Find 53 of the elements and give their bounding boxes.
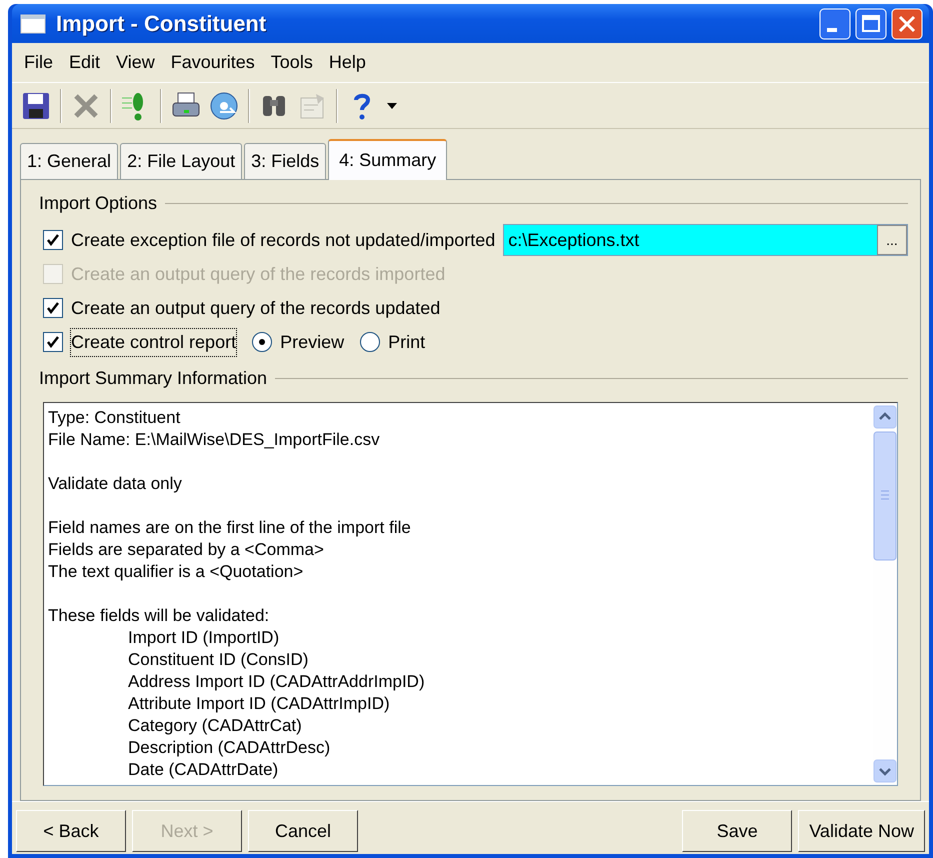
browse-button[interactable]: ... — [877, 225, 907, 255]
dialog-button[interactable]: < Back — [16, 810, 126, 852]
summary-line: Type: Constituent — [48, 407, 182, 429]
scrollbar[interactable] — [873, 403, 897, 785]
checkbox-label[interactable]: Create an output query of the records updated — [71, 294, 440, 322]
close-icon[interactable] — [891, 8, 923, 40]
checkbox[interactable] — [43, 298, 63, 318]
dialog-button[interactable]: Validate Now — [798, 810, 925, 852]
group-heading: Import Options — [39, 192, 158, 215]
tab[interactable]: 1: General — [20, 143, 118, 179]
summary-line: Category (CADAttrCat) — [127, 715, 303, 737]
radio-label[interactable]: Print — [388, 328, 426, 356]
menu-item[interactable]: Favourites — [162, 47, 263, 78]
scroll-down-icon[interactable] — [873, 759, 897, 783]
menu-item[interactable]: View — [108, 47, 163, 78]
menu-item[interactable]: File — [16, 47, 62, 78]
summary-line: File Name: E:\MailWise\DES_ImportFile.csv — [48, 429, 381, 451]
checkbox-label[interactable]: Create control report — [71, 328, 236, 356]
checkbox-label[interactable]: Create exception file of records not updated/imported — [71, 226, 496, 254]
menu-item[interactable]: Tools — [262, 47, 321, 78]
minimize-icon[interactable] — [819, 8, 851, 40]
summary-line: Validate data only — [48, 473, 183, 495]
summary-line: Address Import ID (CADAttrAddrImpID) — [127, 671, 426, 693]
window-icon — [20, 14, 46, 34]
menu-item[interactable]: Help — [320, 47, 374, 78]
group-heading: Import Summary Information — [39, 367, 268, 390]
summary-line: Description (CADAttrDesc) — [127, 737, 332, 759]
radio-button[interactable] — [360, 332, 380, 352]
scroll-up-icon[interactable] — [873, 405, 897, 429]
dropdown-caret-icon[interactable] — [386, 102, 398, 110]
summary-line: Field names are on the first line of the import file — [48, 517, 412, 539]
summary-line: Import ID (ImportID) — [127, 627, 280, 649]
maximize-icon[interactable] — [855, 8, 887, 40]
summary-line: The text qualifier is a <Quotation> — [48, 561, 304, 583]
window-title: Import - Constituent — [56, 10, 266, 38]
summary-line: These fields will be validated: — [48, 605, 270, 627]
tab[interactable]: 3: Fields — [244, 143, 326, 179]
summary-text-area[interactable] — [43, 402, 898, 786]
tab[interactable]: 2: File Layout — [120, 143, 242, 179]
dialog-button[interactable]: Save — [682, 810, 792, 852]
summary-line: Constituent ID (ConsID) — [127, 649, 310, 671]
tab[interactable]: 4: Summary — [328, 139, 448, 180]
file-path-field[interactable]: c:\Exceptions.txt ... — [503, 224, 908, 256]
summary-line: Fields are separated by a <Comma> — [48, 539, 325, 561]
menu-item[interactable]: Edit — [61, 47, 108, 78]
scroll-thumb[interactable] — [873, 431, 897, 561]
radio-label[interactable]: Preview — [280, 328, 344, 356]
checkbox[interactable] — [43, 230, 63, 250]
checkbox[interactable] — [43, 332, 63, 352]
summary-line: Date (CADAttrDate) — [127, 759, 280, 781]
dialog-button[interactable]: Cancel — [248, 810, 358, 852]
radio-button[interactable] — [252, 332, 272, 352]
summary-line: Attribute Import ID (CADAttrImpID) — [127, 693, 391, 715]
